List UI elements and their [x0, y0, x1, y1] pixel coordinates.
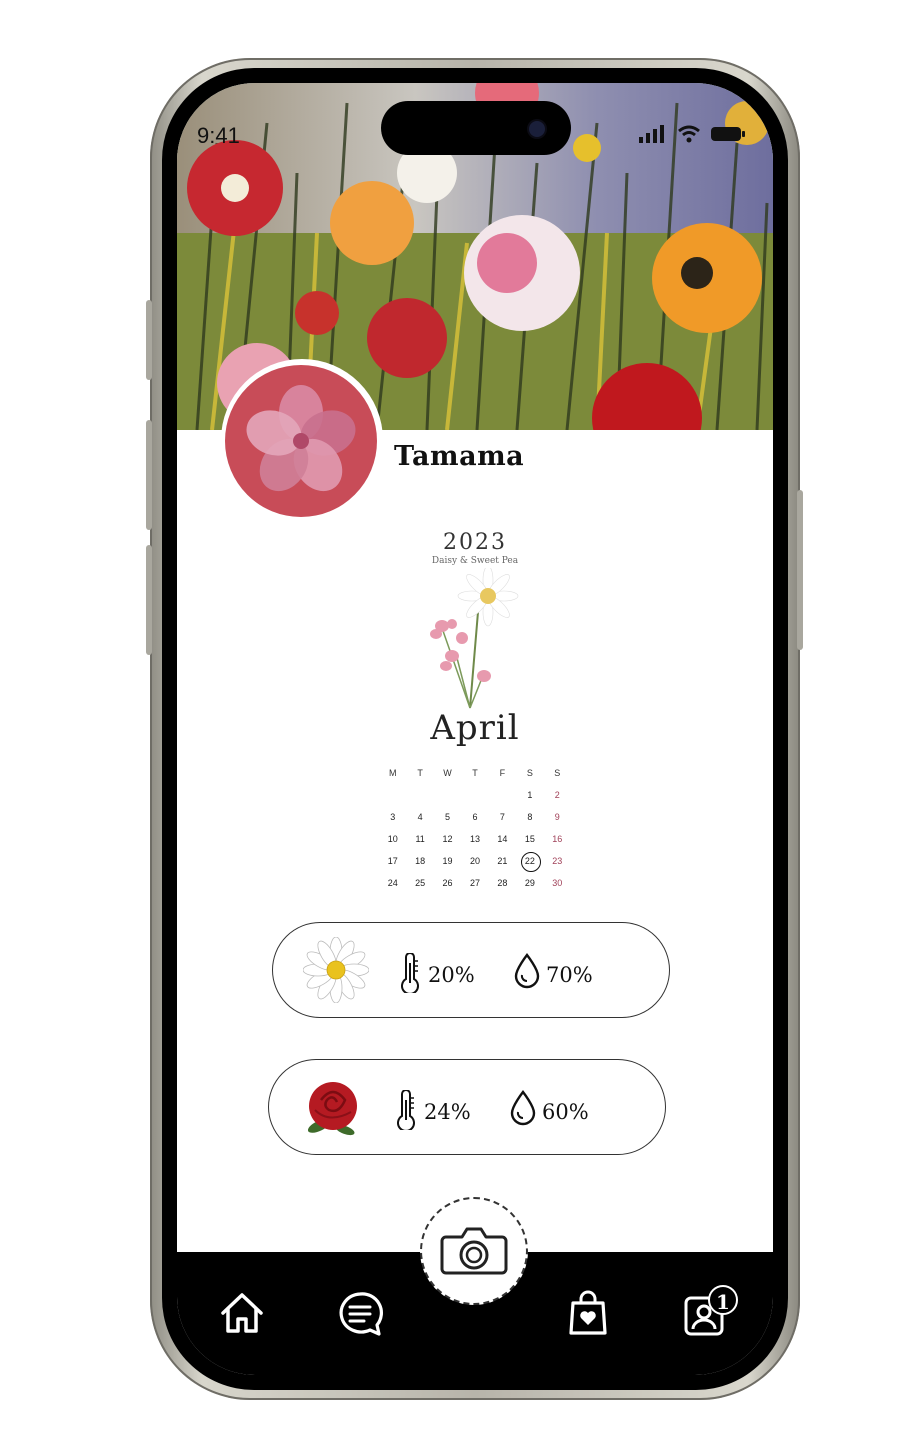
thermometer-icon [397, 1090, 415, 1130]
avatar[interactable] [225, 365, 377, 517]
calendar-day[interactable]: 26 [434, 878, 461, 888]
calendar-weekday-row: M T W T F S S [379, 762, 571, 784]
calendar-day[interactable]: 21 [489, 856, 516, 866]
calendar-day[interactable]: 9 [544, 812, 571, 822]
home-icon[interactable] [219, 1291, 265, 1335]
calendar-week: 24 25 26 27 28 29 30 [379, 872, 571, 894]
weekday-header: M [388, 768, 397, 778]
signal-icon [639, 125, 664, 143]
calendar-week: 10 11 12 13 14 15 16 [379, 828, 571, 850]
calendar-day[interactable]: 17 [379, 856, 406, 866]
shopping-bag-icon[interactable] [567, 1289, 609, 1337]
weekday-header: S [554, 768, 561, 778]
calendar-day[interactable]: 15 [516, 834, 543, 844]
water-drop-icon [510, 1090, 536, 1126]
calendar-day[interactable]: 2 [544, 790, 571, 800]
daisy-icon [303, 937, 369, 1003]
calendar-day[interactable]: 24 [379, 878, 406, 888]
calendar-week: 17 18 19 20 21 22 23 [379, 850, 571, 872]
side-button [146, 420, 152, 530]
calendar-day[interactable]: 1 [516, 790, 543, 800]
calendar-day[interactable]: 4 [406, 812, 433, 822]
calendar-day[interactable]: 11 [406, 834, 433, 844]
calendar-day-selected[interactable]: 22 [516, 852, 543, 872]
thermometer-icon [401, 953, 419, 993]
calendar-day[interactable]: 3 [379, 812, 406, 822]
calendar-day[interactable]: 20 [461, 856, 488, 866]
temperature-value: 24% [424, 1100, 471, 1124]
calendar-month: April [430, 708, 520, 748]
calendar-day[interactable]: 29 [516, 878, 543, 888]
side-button [146, 545, 152, 655]
rose-icon [307, 1082, 357, 1136]
calendar-day[interactable]: 19 [434, 856, 461, 866]
calendar-day[interactable]: 13 [461, 834, 488, 844]
front-camera [529, 121, 545, 137]
status-time: 9:41 [197, 123, 240, 148]
battery-icon [711, 127, 745, 141]
camera-icon [440, 1227, 508, 1275]
daisy-sweet-pea-illustration [430, 568, 519, 709]
humidity-value: 60% [542, 1100, 589, 1124]
calendar-day[interactable]: 6 [461, 812, 488, 822]
side-button [797, 490, 803, 650]
temperature-value: 20% [428, 963, 475, 987]
calendar-day[interactable]: 14 [489, 834, 516, 844]
calendar-year: 2023 [443, 530, 507, 555]
calendar-day[interactable]: 25 [406, 878, 433, 888]
side-button [146, 300, 152, 380]
weekday-header: T [472, 768, 478, 778]
calendar-day[interactable]: 5 [434, 812, 461, 822]
camera-button[interactable] [420, 1197, 528, 1305]
weekday-header: T [417, 768, 423, 778]
calendar-day[interactable]: 27 [461, 878, 488, 888]
plant-card-rose[interactable]: 24% 60% [268, 1059, 666, 1155]
humidity-value: 70% [546, 963, 593, 987]
chat-icon[interactable] [337, 1291, 383, 1337]
calendar-day[interactable]: 8 [516, 812, 543, 822]
calendar-day[interactable]: 12 [434, 834, 461, 844]
calendar-day[interactable]: 16 [544, 834, 571, 844]
calendar-day[interactable]: 10 [379, 834, 406, 844]
profile-name: Tamama [394, 441, 525, 472]
app-screen: 9:41 Tamama 2023 Daisy & Sweet Pea April… [177, 83, 773, 1375]
calendar-day[interactable]: 30 [544, 878, 571, 888]
dynamic-island [381, 101, 571, 155]
status-icons [639, 125, 745, 143]
weekday-header: S [526, 768, 533, 778]
water-drop-icon [514, 953, 540, 989]
calendar-day[interactable]: 7 [489, 812, 516, 822]
weekday-header: W [443, 768, 452, 778]
wifi-icon [678, 125, 700, 143]
plant-card-daisy[interactable]: 20% 70% [272, 922, 670, 1018]
notification-badge: 1 [708, 1285, 738, 1315]
calendar-day[interactable]: 28 [489, 878, 516, 888]
calendar-day[interactable]: 23 [544, 856, 571, 866]
calendar-week: 3 4 5 6 7 8 9 [379, 806, 571, 828]
calendar-day[interactable]: 18 [406, 856, 433, 866]
calendar-week: 1 2 [379, 784, 571, 806]
pink-flower-icon [246, 385, 356, 492]
weekday-header: F [499, 768, 506, 778]
calendar-subtitle: Daisy & Sweet Pea [431, 556, 519, 566]
calendar-grid: M T W T F S S 1 2 3 4 5 6 7 8 9 10 11 12… [379, 762, 571, 894]
